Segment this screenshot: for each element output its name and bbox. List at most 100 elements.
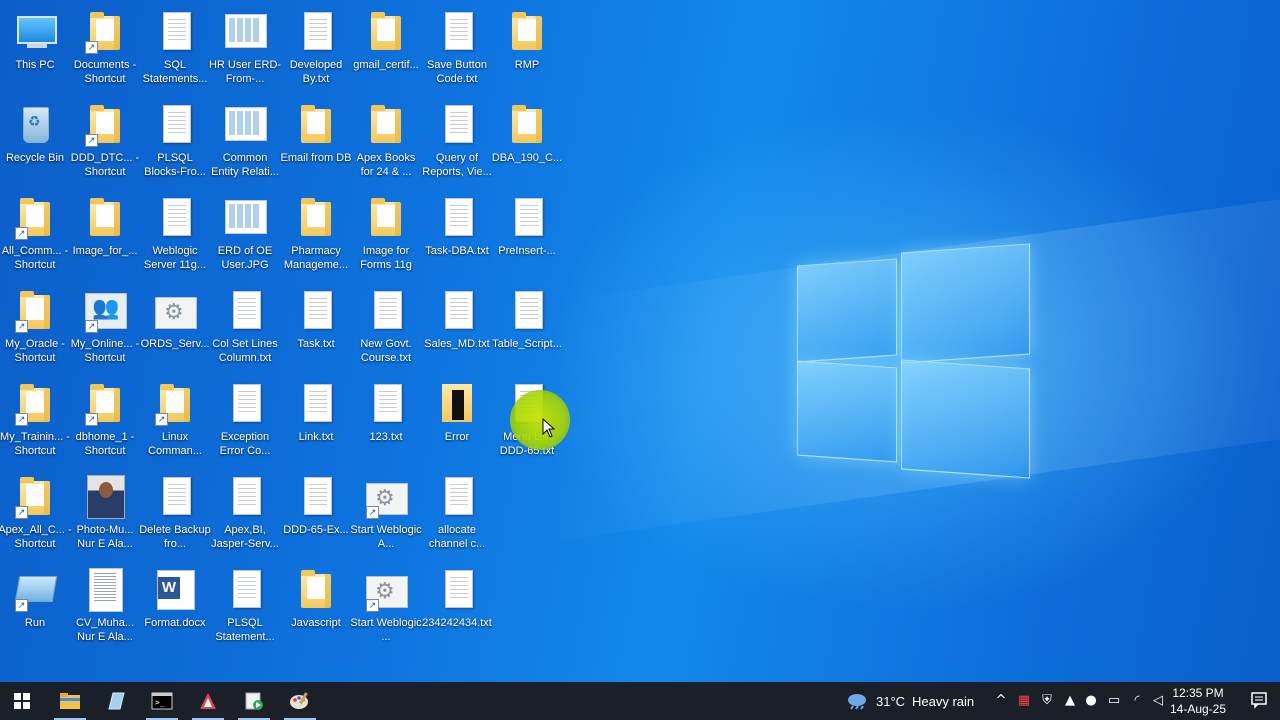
desktop-icon[interactable]: 123.txt [351,376,421,466]
desktop-icon-label: Run [24,617,46,629]
desktop-icon[interactable]: Col Set Lines Column.txt [210,283,280,373]
desktop-icon[interactable]: ORDS_Serv... [140,283,210,373]
desktop-icon[interactable]: Format.docx [140,562,210,652]
shortcut-arrow-icon: ↗ [15,320,28,333]
security-shield-icon[interactable]: ⛨ [1039,693,1055,709]
desktop-icon[interactable]: PLSQL Blocks-Fro... [140,97,210,187]
desktop-icon[interactable]: Table_Script... [492,283,562,373]
desktop-icon[interactable]: Recycle Bin [0,97,70,187]
desktop-icon[interactable]: Photo-Mu... Nur E Ala... [70,469,140,559]
folder-icon: ↗ [15,289,55,333]
taskbar-app-6[interactable] [278,682,322,720]
doc-icon [155,475,195,519]
desktop-icon[interactable]: ↗ Linux Comman... [140,376,210,466]
cloud-drive-icon[interactable]: ▲ [1062,693,1078,709]
desktop-icon[interactable]: Developed By.txt [281,4,351,94]
folder-icon: ↗ [15,382,55,426]
doc-icon [225,475,265,519]
desktop-icon[interactable]: RMP [492,4,562,94]
image-icon [225,196,267,240]
cloud-rain-icon [848,694,866,710]
desktop-icon-label: allocate channel c... [428,524,486,550]
desktop-icon[interactable]: Javascript [281,562,351,652]
desktop-icon[interactable]: Exception Error Co... [210,376,280,466]
desktop-icon[interactable]: Delete Backup fro... [139,469,211,559]
shortcut-arrow-icon: ↗ [85,41,98,54]
desktop-icon[interactable]: HR User ERD-From-... [209,4,281,94]
desktop-icon[interactable]: PreInsert-... [492,190,562,280]
desktop-icon[interactable]: Error [422,376,492,466]
desktop-icon[interactable]: New Govt. Course.txt [351,283,421,373]
system-clock[interactable]: 12:35 PM 14-Aug-25 [1162,685,1234,717]
desktop-icon[interactable]: Save Button Code.txt [422,4,492,94]
wifi-icon[interactable]: ◜ [1129,693,1145,709]
desktop-icon[interactable]: ↗ Run [0,562,70,652]
desktop-icon-label: DBA_190_C... [491,152,563,164]
weather-widget[interactable]: 31°C Heavy rain [846,682,976,720]
desktop-icon[interactable]: SQL Statements... [140,4,210,94]
desktop-icon[interactable]: Email from DB [281,97,351,187]
desktop-icon[interactable]: ↗ My_Oracle - Shortcut [0,283,70,373]
desktop-icon[interactable]: 234242434.txt [422,562,492,652]
image-icon [225,10,267,54]
desktop-icon-label: Image for Forms 11g [360,245,412,271]
desktop-icon-label: Recycle Bin [5,152,65,164]
desktop-icon[interactable]: ↗ Apex_All_C... - Shortcut [0,469,72,559]
desktop-icon[interactable]: ↗ DDD_DTC... - Shortcut [70,97,140,187]
desktop-icon[interactable]: ↗ My_Online... - Shortcut [70,283,140,373]
desktop-icon[interactable]: ↗ dbhome_1 - Shortcut [70,376,140,466]
desktop-icon[interactable]: Link.txt [281,376,351,466]
show-hidden-icons-chevron-icon[interactable]: ^ [993,693,1009,709]
desktop-icon-label: DDD-65-Ex... [283,524,349,536]
notification-center-button[interactable] [1250,691,1270,711]
doc-icon [296,289,336,333]
pc-icon [15,10,57,54]
taskbar-app-terminal[interactable]: >_ [140,682,184,720]
desktop-icon[interactable]: Image for Forms 11g [351,190,421,280]
desktop-icon[interactable]: Apex,BI, Jasper-Serv... [210,469,280,559]
desktop-icon[interactable]: ↗ Documents - Shortcut [70,4,140,94]
desktop-icon[interactable]: ↗ Start Weblogic ... [350,562,422,652]
taskbar-app-5[interactable] [232,682,276,720]
desktop-icon[interactable]: gmail_certif... [351,4,421,94]
desktop-icon[interactable]: Common Entity Relati... [210,97,280,187]
desktop-icon[interactable]: CV_Muha... Nur E Ala... [70,562,140,652]
battery-icon[interactable]: ▭ [1106,693,1122,709]
folder-icon [296,568,336,612]
microphone-icon[interactable]: ● [1083,693,1099,709]
desktop-icon[interactable]: Sales_MD.txt [422,283,492,373]
desktop-icon-label: gmail_certif... [353,59,419,71]
paint-icon [290,692,308,709]
desktop-icon[interactable]: Query of Reports, Vie... [422,97,492,187]
desktop-icon[interactable]: Task.txt [281,283,351,373]
shortcut-arrow-icon: ↗ [15,506,28,519]
desktop-icon[interactable]: ↗ Start Weblogic A... [350,469,422,559]
desktop-icon[interactable]: Image_for_... [70,190,140,280]
folder-icon: ↗ [85,10,125,54]
desktop-icon[interactable]: Weblogic Server 11g... [140,190,210,280]
folder-icon: ↗ [15,196,55,240]
desktop-icon[interactable]: Pharmacy Manageme... [281,190,351,280]
taskbar-app-2[interactable] [94,682,138,720]
desktop-icon[interactable]: DDD-65-Ex... [281,469,351,559]
taskbar-app-file-explorer[interactable] [48,682,92,720]
tray-app-icon[interactable]: ▦ [1016,693,1032,709]
folder-icon: ↗ [155,382,195,426]
desktop-icon[interactable]: ↗ All_Comm... - Shortcut [0,190,70,280]
doc-icon [296,10,336,54]
desktop-icon[interactable]: Task-DBA.txt [422,190,492,280]
doc-icon [366,382,406,426]
taskbar-app-4[interactable] [186,682,230,720]
desktop-icon[interactable]: Apex Books for 24 & ... [351,97,421,187]
terminal-icon: >_ [151,692,173,710]
desktop-icon[interactable]: ERD of OE User.JPG [210,190,280,280]
desktop-icon[interactable]: DBA_190_C... [492,97,562,187]
desktop-icon-label: Javascript [291,617,341,629]
desktop-icon[interactable]: PLSQL Statement... [210,562,280,652]
start-button[interactable] [0,682,44,720]
desktop-icon[interactable]: allocate channel c... [422,469,492,559]
desktop-icon[interactable]: ↗ My_Trainin... - Shortcut [0,376,70,466]
desktop-icon[interactable]: This PC [0,4,70,94]
folder-icon [366,196,406,240]
doc-icon [437,568,477,612]
